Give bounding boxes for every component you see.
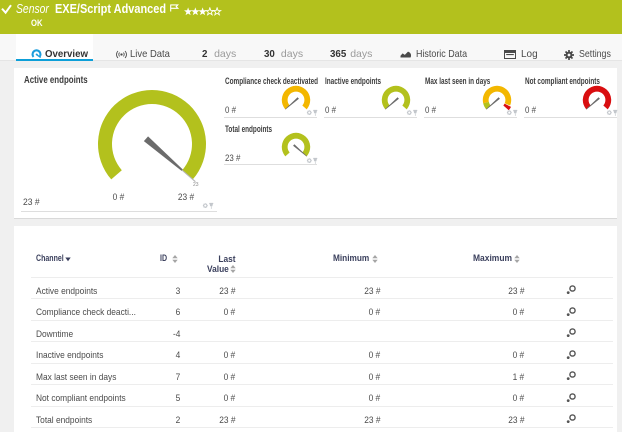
svg-text:23: 23 bbox=[193, 182, 199, 188]
